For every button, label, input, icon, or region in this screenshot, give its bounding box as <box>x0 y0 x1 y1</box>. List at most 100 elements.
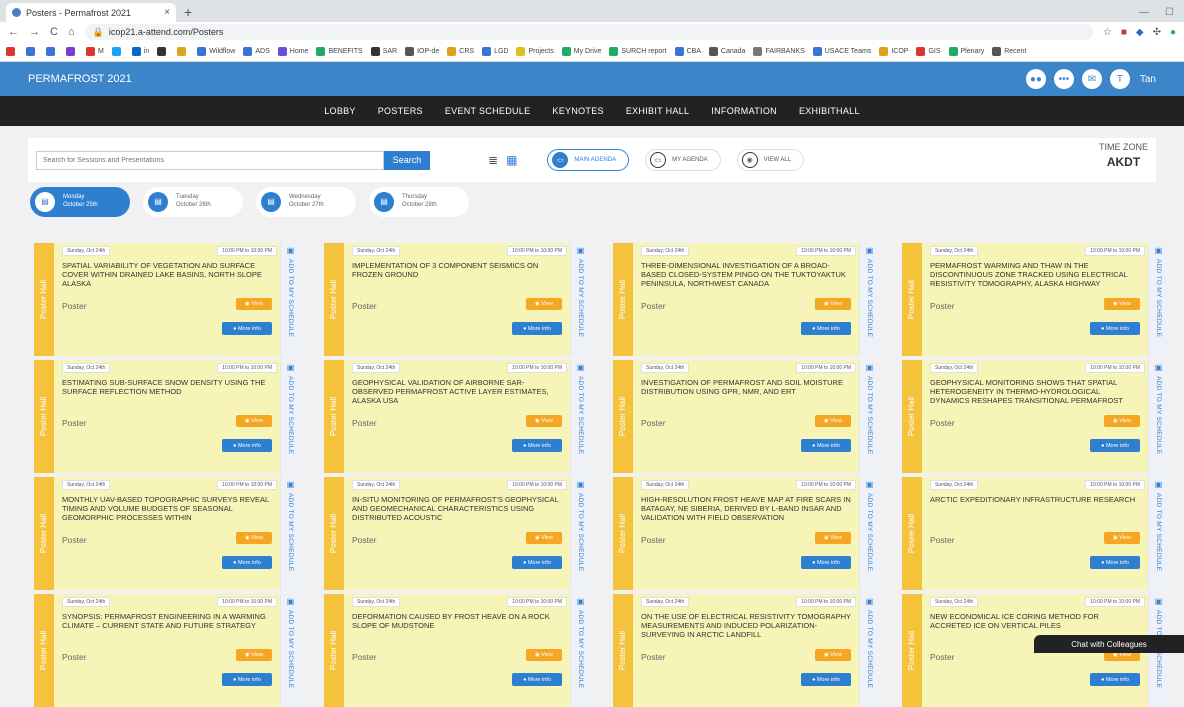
message-icon[interactable]: ••• <box>1054 69 1074 89</box>
bookmark-item[interactable]: IOP-de <box>405 47 439 56</box>
add-to-schedule-button[interactable]: ▣ADD TO MY SCHEDULE <box>570 594 590 707</box>
back-icon[interactable]: ← <box>8 26 19 38</box>
add-to-schedule-button[interactable]: ▣ADD TO MY SCHEDULE <box>1148 477 1168 590</box>
nav-item-exhibit-hall[interactable]: EXHIBIT HALL <box>626 106 689 116</box>
extension-icon[interactable]: ◆ <box>1136 27 1144 38</box>
card-title[interactable]: GEOPHYSICAL VALIDATION OF AIRBORNE SAR-O… <box>352 378 562 414</box>
forward-icon[interactable]: → <box>29 26 40 38</box>
maximize-icon[interactable]: ☐ <box>1165 3 1174 22</box>
bookmark-item[interactable]: My Drive <box>562 47 602 56</box>
reload-icon[interactable]: C <box>50 26 58 38</box>
view-button[interactable]: ◉ View <box>236 532 272 544</box>
bookmark-item[interactable]: CRS <box>447 47 474 56</box>
view-button[interactable]: ◉ View <box>815 649 851 661</box>
poster-hall-label[interactable]: Poster Hall <box>613 360 633 473</box>
bookmark-item[interactable]: Plenary <box>949 47 985 56</box>
list-view-icon[interactable]: ≣ <box>488 153 498 167</box>
add-to-schedule-button[interactable]: ▣ADD TO MY SCHEDULE <box>280 594 300 707</box>
add-to-schedule-button[interactable]: ▣ADD TO MY SCHEDULE <box>859 594 879 707</box>
search-button[interactable]: Search <box>384 151 430 170</box>
view-button[interactable]: ◉ View <box>526 415 562 427</box>
add-to-schedule-button[interactable]: ▣ADD TO MY SCHEDULE <box>1148 360 1168 473</box>
card-title[interactable]: THREE-DIMENSIONAL INVESTIGATION OF A BRO… <box>641 261 851 297</box>
poster-hall-label[interactable]: Poster Hall <box>324 243 344 356</box>
my-agenda-button[interactable]: ▭ MY AGENDA <box>645 149 721 171</box>
card-title[interactable]: GEOPHYSICAL MONITORING SHOWS THAT SPATIA… <box>930 378 1140 414</box>
add-to-schedule-button[interactable]: ▣ADD TO MY SCHEDULE <box>280 243 300 356</box>
bookmark-item[interactable]: in <box>132 47 149 56</box>
day-tab-monday[interactable]: ▤MondayOctober 25th <box>30 187 130 217</box>
more-info-button[interactable]: ● More info <box>512 439 562 452</box>
new-tab-button[interactable]: + <box>184 3 192 22</box>
bookmark-item[interactable]: GIS <box>916 47 940 56</box>
card-title[interactable]: ON THE USE OF ELECTRICAL RESISTIVITY TOM… <box>641 612 851 648</box>
bookmark-item[interactable] <box>46 47 58 56</box>
grid-view-icon[interactable]: ▦ <box>506 153 517 167</box>
bookmark-item[interactable]: Projects <box>516 47 553 56</box>
add-to-schedule-button[interactable]: ▣ADD TO MY SCHEDULE <box>570 477 590 590</box>
bookmark-item[interactable]: USACE Teams <box>813 47 872 56</box>
day-tab-tuesday[interactable]: ▤TuesdayOctober 26th <box>143 187 243 217</box>
view-button[interactable]: ◉ View <box>526 649 562 661</box>
more-info-button[interactable]: ● More info <box>801 439 851 452</box>
home-icon[interactable]: ⌂ <box>68 26 75 38</box>
view-button[interactable]: ◉ View <box>236 649 272 661</box>
more-info-button[interactable]: ● More info <box>801 322 851 335</box>
view-button[interactable]: ◉ View <box>1104 298 1140 310</box>
card-title[interactable]: INVESTIGATION OF PERMAFROST AND SOIL MOI… <box>641 378 851 414</box>
bookmark-item[interactable] <box>26 47 38 56</box>
chat-with-colleagues-button[interactable]: Chat with Colleagues <box>1034 635 1184 653</box>
nav-item-posters[interactable]: POSTERS <box>378 106 423 116</box>
chat-icon[interactable]: ●● <box>1026 69 1046 89</box>
poster-hall-label[interactable]: Poster Hall <box>902 243 922 356</box>
more-info-button[interactable]: ● More info <box>512 556 562 569</box>
avatar[interactable]: T <box>1110 69 1130 89</box>
add-to-schedule-button[interactable]: ▣ADD TO MY SCHEDULE <box>1148 243 1168 356</box>
view-button[interactable]: ◉ View <box>526 532 562 544</box>
more-info-button[interactable]: ● More info <box>801 673 851 686</box>
browser-tab[interactable]: Posters - Permafrost 2021 × <box>6 3 176 22</box>
bookmark-item[interactable]: BENEFITS <box>316 47 362 56</box>
more-info-button[interactable]: ● More info <box>222 322 272 335</box>
day-tab-wednesday[interactable]: ▤WednesdayOctober 27th <box>256 187 356 217</box>
more-info-button[interactable]: ● More info <box>1090 673 1140 686</box>
add-to-schedule-button[interactable]: ▣ADD TO MY SCHEDULE <box>859 360 879 473</box>
poster-hall-label[interactable]: Poster Hall <box>613 243 633 356</box>
timezone-value[interactable]: AKDT <box>1099 155 1148 169</box>
bookmark-item[interactable]: Canada <box>709 47 746 56</box>
bookmark-item[interactable] <box>177 47 189 56</box>
bookmark-item[interactable]: ADS <box>243 47 269 56</box>
profile-icon[interactable]: ● <box>1170 27 1176 38</box>
address-bar[interactable]: 🔒 icop21.a-attend.com/Posters <box>85 24 1093 40</box>
user-name[interactable]: Tan <box>1140 74 1156 85</box>
more-info-button[interactable]: ● More info <box>222 439 272 452</box>
puzzle-icon[interactable]: ✣ <box>1153 27 1161 38</box>
bookmark-item[interactable]: Wildflow <box>197 47 235 56</box>
poster-hall-label[interactable]: Poster Hall <box>613 594 633 707</box>
add-to-schedule-button[interactable]: ▣ADD TO MY SCHEDULE <box>280 477 300 590</box>
bookmark-item[interactable] <box>6 47 18 56</box>
view-button[interactable]: ◉ View <box>236 415 272 427</box>
poster-hall-label[interactable]: Poster Hall <box>34 477 54 590</box>
view-button[interactable]: ◉ View <box>236 298 272 310</box>
poster-hall-label[interactable]: Poster Hall <box>34 360 54 473</box>
poster-hall-label[interactable]: Poster Hall <box>34 243 54 356</box>
bookmark-item[interactable]: Recent <box>992 47 1026 56</box>
more-info-button[interactable]: ● More info <box>222 673 272 686</box>
bookmark-item[interactable]: FAIRBANKS <box>753 47 804 56</box>
more-info-button[interactable]: ● More info <box>222 556 272 569</box>
bookmark-item[interactable] <box>112 47 124 56</box>
search-input[interactable] <box>36 151 384 170</box>
bookmark-item[interactable]: ICOP <box>879 47 908 56</box>
more-info-button[interactable]: ● More info <box>512 673 562 686</box>
nav-item-lobby[interactable]: LOBBY <box>324 106 356 116</box>
add-to-schedule-button[interactable]: ▣ADD TO MY SCHEDULE <box>280 360 300 473</box>
bookmark-item[interactable]: SURCH report <box>609 47 666 56</box>
add-to-schedule-button[interactable]: ▣ADD TO MY SCHEDULE <box>570 243 590 356</box>
view-button[interactable]: ◉ View <box>1104 415 1140 427</box>
bookmark-item[interactable]: LGD <box>482 47 508 56</box>
add-to-schedule-button[interactable]: ▣ADD TO MY SCHEDULE <box>859 243 879 356</box>
bookmark-item[interactable]: CBA <box>675 47 701 56</box>
card-title[interactable]: DEFORMATION CAUSED BY FROST HEAVE ON A R… <box>352 612 562 648</box>
card-title[interactable]: SYNOPSIS: PERMAFROST ENGINEERING IN A WA… <box>62 612 272 648</box>
